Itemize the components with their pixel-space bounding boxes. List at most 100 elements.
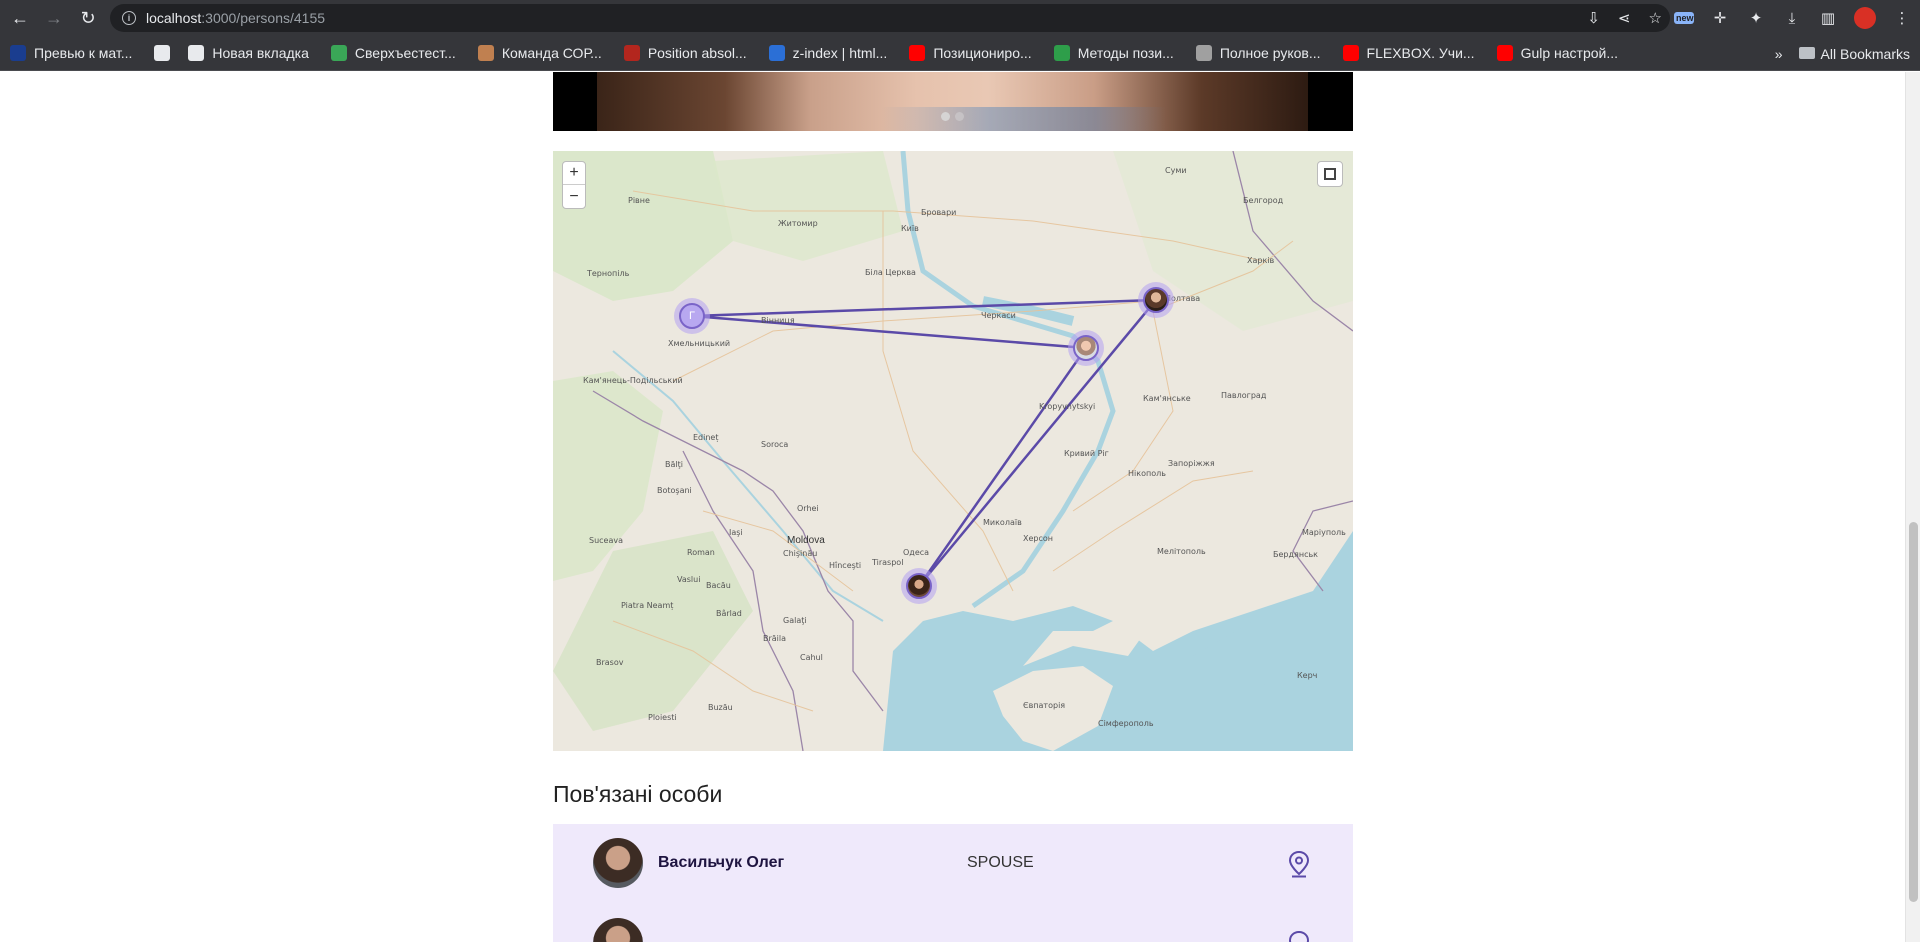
map-person-marker[interactable] [1068, 330, 1104, 366]
site-info-icon[interactable]: i [122, 11, 136, 25]
bookmark-item[interactable]: Превью к мат... [10, 45, 132, 61]
browser-toolbar: ← → ↻ i localhost:3000/persons/4155 ⇩ ⋖ … [0, 0, 1920, 36]
map-city-label: Маріуполь [1302, 528, 1346, 537]
map-city-label: Botoşani [657, 486, 692, 495]
map-city-label: Buzău [708, 703, 733, 712]
forward-icon[interactable]: → [40, 4, 68, 32]
omnibox-actions: ⇩ ⋖ ☆ [1587, 4, 1662, 32]
bookmark-favicon-icon [1342, 45, 1359, 61]
map-city-label: Bălţi [665, 460, 683, 469]
fullscreen-button[interactable] [1317, 161, 1343, 187]
map-city-label: Bârlad [716, 609, 742, 618]
marker-avatar [906, 573, 932, 599]
map-city-label: Vaslui [677, 575, 701, 584]
zoom-in-button[interactable]: + [563, 162, 585, 185]
bookmark-item[interactable]: FLEXBOX. Учи... [1342, 45, 1475, 61]
map-city-label: Ploiesti [648, 713, 677, 722]
install-app-icon[interactable]: ⇩ [1587, 9, 1600, 27]
bookmark-item[interactable]: Полное руков... [1195, 45, 1321, 61]
bookmark-item[interactable]: Позициониро... [909, 45, 1032, 61]
back-icon[interactable]: ← [6, 4, 34, 32]
bookmark-favicon-icon [1053, 45, 1070, 61]
bookmark-item[interactable] [154, 45, 178, 61]
related-persons-title: Пов'язані особи [553, 781, 723, 807]
map-city-label: Черкаси [981, 311, 1016, 320]
location-pin-icon[interactable] [1287, 850, 1311, 878]
photo-carousel[interactable] [553, 72, 1353, 131]
all-bookmarks-button[interactable]: All Bookmarks [1798, 46, 1910, 62]
map-cluster-marker[interactable]: Г [674, 298, 710, 334]
url-text[interactable]: localhost:3000/persons/4155 [146, 10, 325, 26]
bookmark-item[interactable]: Новая вкладка [188, 45, 309, 61]
reload-icon[interactable]: ↻ [74, 4, 102, 32]
carousel-dot-2[interactable] [955, 112, 964, 121]
side-panel-icon[interactable]: ▥ [1818, 9, 1838, 27]
related-persons-list: Васильчук Олег SPOUSE [553, 824, 1353, 942]
bookmark-label: z-index | html... [792, 45, 888, 61]
bookmark-item[interactable]: Gulp настрой... [1496, 45, 1619, 61]
bookmark-label: Команда СОР... [501, 45, 602, 61]
bookmark-label: Сверхъестест... [354, 45, 456, 61]
page-scrollbar[interactable] [1905, 72, 1920, 942]
extension-new-icon[interactable]: new [1674, 12, 1694, 24]
extensions-puzzle-icon[interactable]: ✦ [1746, 9, 1766, 27]
bookmark-item[interactable]: Position absol... [623, 45, 747, 61]
map-city-label: Suceava [589, 536, 624, 545]
fullscreen-icon [1324, 168, 1336, 180]
map-city-label: Iaşi [729, 528, 743, 537]
map-city-label: Миколаїв [983, 518, 1022, 527]
bookmark-label: Gulp настрой... [1520, 45, 1619, 61]
map-city-label: Белгород [1243, 196, 1284, 205]
bookmark-favicon-icon [10, 45, 26, 61]
profile-avatar[interactable] [1854, 7, 1876, 29]
map-city-label: Кам'янець-Подільський [583, 376, 683, 385]
map-city-label: Сімферополь [1098, 719, 1154, 728]
map-city-label: Piatra Neamț [621, 601, 674, 610]
carousel-dot-1[interactable] [941, 112, 950, 121]
bookmark-item[interactable]: Методы пози... [1053, 45, 1174, 61]
map-city-label: Суми [1165, 166, 1187, 175]
extension-ruler-icon[interactable]: ✛ [1710, 9, 1730, 27]
bookmarks-overflow-icon[interactable]: » [1775, 46, 1783, 62]
map-city-label: Запоріжжя [1168, 459, 1215, 468]
map-city-label: Edineț [693, 433, 719, 442]
bookmark-item[interactable]: Команда СОР... [477, 45, 602, 61]
address-bar[interactable]: i localhost:3000/persons/4155 ⇩ ⋖ ☆ [110, 4, 1670, 32]
bookmark-favicon-icon [1496, 45, 1513, 61]
map-city-label: Brasov [596, 658, 624, 667]
related-person-name[interactable]: Васильчук Олег [658, 854, 784, 872]
bookmark-favicon-icon [330, 45, 347, 61]
bookmark-item[interactable]: Сверхъестест... [330, 45, 456, 61]
map-city-label: Євпаторія [1023, 701, 1066, 710]
scrollbar-thumb[interactable] [1909, 522, 1918, 902]
bookmark-favicon-icon [1195, 45, 1212, 61]
zoom-out-button[interactable]: − [563, 185, 585, 208]
avatar[interactable] [593, 918, 643, 942]
bookmark-star-icon[interactable]: ☆ [1649, 9, 1662, 27]
bookmarks-bar: Превью к мат... Новая вкладка Сверхъестест… [0, 36, 1920, 71]
share-icon[interactable]: ⋖ [1618, 9, 1631, 27]
map-person-marker[interactable] [901, 568, 937, 604]
extensions-area: new ✛ ✦ ⤓ ▥ ⋮ [1674, 4, 1912, 32]
downloads-icon[interactable]: ⤓ [1782, 10, 1802, 27]
bookmark-label: Новая вкладка [212, 45, 309, 61]
map-city-label: Мелітополь [1157, 547, 1206, 556]
bookmark-label: Полное руков... [1219, 45, 1321, 61]
map-city-label: Херсон [1023, 534, 1054, 543]
map-city-label: Brăila [763, 634, 787, 643]
map-person-marker[interactable] [1138, 282, 1174, 318]
map-city-label: Tiraspol [872, 558, 904, 567]
menu-kebab-icon[interactable]: ⋮ [1892, 9, 1912, 27]
location-pin-icon[interactable] [1287, 930, 1311, 942]
map-city-label: Кам'янське [1143, 394, 1191, 403]
bookmark-favicon-icon [154, 45, 171, 61]
locations-map[interactable]: + − Рівне Житомир Київ Бровари Суми Белгород Х… [553, 151, 1353, 751]
related-person-row[interactable] [553, 904, 1353, 942]
avatar[interactable] [593, 838, 643, 888]
marker-avatar [1143, 287, 1169, 313]
map-city-label: Бердянськ [1273, 550, 1319, 559]
bookmark-favicon-icon [188, 45, 205, 61]
related-person-row[interactable]: Васильчук Олег SPOUSE [553, 824, 1353, 904]
bookmark-item[interactable]: z-index | html... [768, 45, 888, 61]
bookmark-favicon-icon [477, 45, 494, 61]
